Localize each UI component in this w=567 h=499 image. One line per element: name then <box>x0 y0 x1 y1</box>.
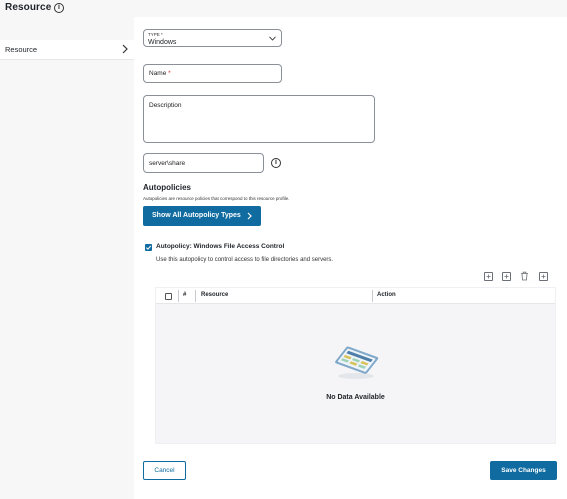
path-input[interactable]: server\share <box>143 153 264 173</box>
table-header: # Resource Action <box>156 288 555 304</box>
empty-state-illustration <box>335 346 379 379</box>
check-icon <box>145 245 152 250</box>
info-icon[interactable]: i <box>54 3 64 13</box>
autopolicy-title: Autopolicy: Windows File Access Control <box>156 243 285 250</box>
chevron-right-icon <box>122 44 128 54</box>
type-value: Windows <box>148 39 177 46</box>
type-select[interactable]: TYPE * Windows <box>143 29 282 47</box>
path-value: server\share <box>149 160 186 167</box>
name-field[interactable]: Name * <box>143 64 282 83</box>
cancel-button[interactable]: Cancel <box>143 461 186 480</box>
top-bar: Resource i <box>0 0 567 17</box>
type-label: TYPE * <box>148 32 163 37</box>
show-autopolicy-types-button[interactable]: Show All Autopolicy Types <box>143 206 261 226</box>
column-header-resource: Resource <box>201 292 229 298</box>
description-placeholder: Description <box>149 102 182 109</box>
column-header-action: Action <box>377 292 396 298</box>
column-header-index: # <box>183 292 187 298</box>
add-icon[interactable] <box>539 272 548 281</box>
description-field[interactable]: Description <box>143 95 375 143</box>
chevron-right-icon <box>247 212 252 220</box>
autopolicy-table: # Resource Action No Data Available <box>155 287 556 444</box>
info-icon[interactable]: i <box>271 158 281 168</box>
sidebar-item-label: Resource <box>5 45 38 54</box>
select-all-checkbox[interactable] <box>165 293 172 300</box>
name-placeholder: Name * <box>149 70 171 77</box>
autopolicy-checkbox[interactable] <box>145 244 152 251</box>
section-title: Autopolicies <box>143 183 192 192</box>
chevron-down-icon <box>269 36 276 41</box>
column-divider <box>195 290 196 302</box>
save-changes-button[interactable]: Save Changes <box>490 461 557 480</box>
add-icon[interactable] <box>484 272 493 281</box>
empty-state-text: No Data Available <box>326 394 385 401</box>
section-subtitle: Autopolicies are resource policies that … <box>143 196 290 201</box>
add-icon[interactable] <box>502 272 511 281</box>
sidebar: Resource <box>0 17 134 499</box>
column-divider <box>178 290 179 302</box>
sidebar-item-resource[interactable]: Resource <box>0 40 134 60</box>
column-divider <box>372 290 373 302</box>
page-title: Resource <box>5 2 52 13</box>
trash-icon[interactable] <box>520 271 529 281</box>
autopolicy-description: Use this autopolicy to control access to… <box>156 257 334 263</box>
